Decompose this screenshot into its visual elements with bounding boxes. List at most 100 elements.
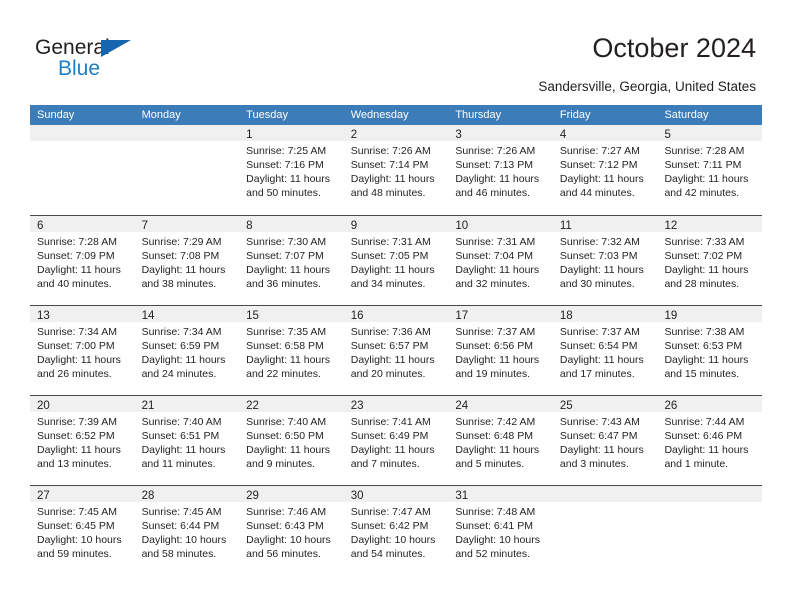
day-cell[interactable]: 11 Sunrise: 7:32 AM Sunset: 7:03 PM Dayligh… <box>552 216 658 305</box>
day-cell[interactable]: 29 Sunrise: 7:46 AM Sunset: 6:43 PM Dayligh… <box>239 486 344 575</box>
day-cell[interactable]: 22 Sunrise: 7:40 AM Sunset: 6:50 PM Dayligh… <box>239 396 344 485</box>
day-sunrise-text: Sunrise: 7:41 AM <box>350 416 431 428</box>
day-cell[interactable]: 24 Sunrise: 7:42 AM Sunset: 6:48 PM Dayligh… <box>448 396 553 485</box>
day-cell[interactable]: 25 Sunrise: 7:43 AM Sunset: 6:47 PM Dayligh… <box>552 396 658 485</box>
day-daylight1-text: Daylight: 11 hours <box>350 444 435 456</box>
general-blue-logo[interactable]: General Blue <box>35 36 155 84</box>
day-cell[interactable]: 26 Sunrise: 7:44 AM Sunset: 6:46 PM Dayligh… <box>657 396 763 485</box>
day-daylight2-text: and 46 minutes. <box>455 187 531 199</box>
day-sunrise-text: Sunrise: 7:28 AM <box>664 145 745 157</box>
day-cell[interactable]: 6 Sunrise: 7:28 AM Sunset: 7:09 PM Daylight… <box>30 216 135 305</box>
day-sunset-text: Sunset: 7:03 PM <box>559 250 638 262</box>
weekday-header-thursday: Thursday <box>455 109 502 121</box>
day-sunset-text: Sunset: 7:09 PM <box>37 250 115 262</box>
day-number: 15 <box>246 310 259 322</box>
day-sunrise-text: Sunrise: 7:43 AM <box>559 416 640 428</box>
day-daylight2-text: and 38 minutes. <box>141 278 217 290</box>
day-number: 23 <box>350 400 364 412</box>
day-details: Sunrise: 7:31 AM Sunset: 7:04 PM Daylight:… <box>448 232 553 291</box>
day-sunset-text: Sunset: 6:46 PM <box>664 430 743 442</box>
weekday-header-wednesday: Wednesday <box>350 109 409 121</box>
day-cell[interactable]: 13 Sunrise: 7:34 AM Sunset: 7:00 PM Dayligh… <box>30 306 135 395</box>
day-number-band: 10 <box>448 216 553 232</box>
day-cell[interactable]: 31 Sunrise: 7:48 AM Sunset: 6:41 PM Dayligh… <box>448 486 553 575</box>
day-cell[interactable]: 5 Sunrise: 7:28 AM Sunset: 7:11 PM Daylight… <box>657 125 763 214</box>
day-sunrise-text: Sunrise: 7:29 AM <box>141 236 222 248</box>
day-cell[interactable]: 20 Sunrise: 7:39 AM Sunset: 6:52 PM Dayligh… <box>30 396 135 485</box>
day-daylight1-text: Daylight: 11 hours <box>246 354 331 366</box>
day-sunset-text: Sunset: 6:43 PM <box>246 520 324 532</box>
day-number: 7 <box>141 220 148 232</box>
day-number-band: 20 <box>30 396 135 412</box>
day-sunset-text: Sunset: 7:13 PM <box>455 159 533 171</box>
day-sunset-text: Sunset: 6:54 PM <box>559 340 638 352</box>
day-cell[interactable]: 4 Sunrise: 7:27 AM Sunset: 7:12 PM Daylight… <box>552 125 658 214</box>
day-number: 30 <box>350 490 364 502</box>
day-number-band: 5 <box>657 125 763 141</box>
day-number: 20 <box>37 400 50 412</box>
day-daylight2-text: and 7 minutes. <box>350 458 420 470</box>
day-daylight2-text: and 9 minutes. <box>246 458 316 470</box>
day-daylight2-text: and 30 minutes. <box>559 278 635 290</box>
day-sunset-text: Sunset: 7:11 PM <box>664 159 742 171</box>
day-cell[interactable]: 17 Sunrise: 7:37 AM Sunset: 6:56 PM Dayligh… <box>448 306 553 395</box>
day-cell[interactable]: 19 Sunrise: 7:38 AM Sunset: 6:53 PM Dayligh… <box>657 306 763 395</box>
day-cell[interactable]: 18 Sunrise: 7:37 AM Sunset: 6:54 PM Dayligh… <box>552 306 658 395</box>
day-cell[interactable]: 9 Sunrise: 7:31 AM Sunset: 7:05 PM Daylight… <box>343 216 449 305</box>
calendar-week-row: 1 Sunrise: 7:25 AM Sunset: 7:16 PM Daylight… <box>30 125 763 215</box>
day-number: 19 <box>664 310 678 322</box>
page-subtitle: Sandersville, Georgia, United States <box>538 79 756 94</box>
day-sunrise-text: Sunrise: 7:36 AM <box>350 326 431 338</box>
day-details: Sunrise: 7:43 AM Sunset: 6:47 PM Daylight:… <box>553 412 658 471</box>
day-cell[interactable]: 15 Sunrise: 7:35 AM Sunset: 6:58 PM Dayligh… <box>239 306 344 395</box>
day-daylight2-text: and 20 minutes. <box>350 368 426 380</box>
day-sunrise-text: Sunrise: 7:34 AM <box>141 326 222 338</box>
day-cell-empty <box>30 125 135 214</box>
day-number-band <box>30 125 135 141</box>
day-daylight2-text: and 40 minutes. <box>37 278 112 290</box>
day-number-band: 17 <box>448 306 553 322</box>
day-details: Sunrise: 7:41 AM Sunset: 6:49 PM Daylight:… <box>344 412 449 471</box>
day-cell[interactable]: 10 Sunrise: 7:31 AM Sunset: 7:04 PM Dayligh… <box>448 216 553 305</box>
day-sunrise-text: Sunrise: 7:39 AM <box>37 416 117 428</box>
day-details: Sunrise: 7:39 AM Sunset: 6:52 PM Daylight:… <box>30 412 135 471</box>
day-number-band: 4 <box>552 125 658 141</box>
day-number: 9 <box>350 220 358 232</box>
day-sunset-text: Sunset: 6:58 PM <box>246 340 324 352</box>
day-details: Sunrise: 7:29 AM Sunset: 7:08 PM Daylight:… <box>135 232 240 291</box>
day-cell[interactable]: 23 Sunrise: 7:41 AM Sunset: 6:49 PM Dayligh… <box>343 396 449 485</box>
day-sunrise-text: Sunrise: 7:35 AM <box>246 326 327 338</box>
day-sunrise-text: Sunrise: 7:45 AM <box>37 506 117 518</box>
day-sunset-text: Sunset: 6:52 PM <box>37 430 115 442</box>
day-cell[interactable]: 28 Sunrise: 7:45 AM Sunset: 6:44 PM Dayligh… <box>134 486 240 575</box>
day-number: 4 <box>559 129 567 141</box>
day-number-band: 22 <box>239 396 344 412</box>
day-sunset-text: Sunset: 6:56 PM <box>455 340 533 352</box>
day-cell[interactable]: 16 Sunrise: 7:36 AM Sunset: 6:57 PM Dayligh… <box>343 306 449 395</box>
day-details: Sunrise: 7:40 AM Sunset: 6:51 PM Daylight:… <box>135 412 240 471</box>
day-cell[interactable]: 12 Sunrise: 7:33 AM Sunset: 7:02 PM Dayligh… <box>657 216 763 305</box>
day-cell[interactable]: 3 Sunrise: 7:26 AM Sunset: 7:13 PM Daylight… <box>448 125 553 214</box>
day-cell[interactable]: 30 Sunrise: 7:47 AM Sunset: 6:42 PM Dayligh… <box>343 486 449 575</box>
day-cell[interactable]: 27 Sunrise: 7:45 AM Sunset: 6:45 PM Dayligh… <box>30 486 135 575</box>
day-cell[interactable]: 2 Sunrise: 7:26 AM Sunset: 7:14 PM Daylight… <box>343 125 449 214</box>
day-daylight1-text: Daylight: 10 hours <box>350 534 436 546</box>
day-number: 22 <box>246 400 259 412</box>
day-sunset-text: Sunset: 6:44 PM <box>141 520 220 532</box>
day-sunrise-text: Sunrise: 7:32 AM <box>559 236 640 248</box>
day-cell-empty <box>134 125 240 214</box>
day-daylight2-text: and 24 minutes. <box>141 368 217 380</box>
day-cell[interactable]: 8 Sunrise: 7:30 AM Sunset: 7:07 PM Daylight… <box>239 216 344 305</box>
day-sunset-text: Sunset: 7:04 PM <box>455 250 533 262</box>
calendar-page: General Blue October 2024 Sandersville, … <box>0 0 792 612</box>
day-sunrise-text: Sunrise: 7:46 AM <box>246 506 327 518</box>
day-cell[interactable]: 1 Sunrise: 7:25 AM Sunset: 7:16 PM Daylight… <box>239 125 344 214</box>
day-cell[interactable]: 14 Sunrise: 7:34 AM Sunset: 6:59 PM Dayligh… <box>134 306 240 395</box>
day-cell[interactable]: 7 Sunrise: 7:29 AM Sunset: 7:08 PM Daylight… <box>134 216 240 305</box>
day-number: 3 <box>455 129 462 141</box>
day-details: Sunrise: 7:37 AM Sunset: 6:56 PM Daylight:… <box>448 322 553 381</box>
day-details: Sunrise: 7:37 AM Sunset: 6:54 PM Daylight:… <box>553 322 658 381</box>
day-number: 24 <box>455 400 469 412</box>
day-cell[interactable]: 21 Sunrise: 7:40 AM Sunset: 6:51 PM Dayligh… <box>134 396 240 485</box>
day-daylight1-text: Daylight: 11 hours <box>559 173 644 185</box>
